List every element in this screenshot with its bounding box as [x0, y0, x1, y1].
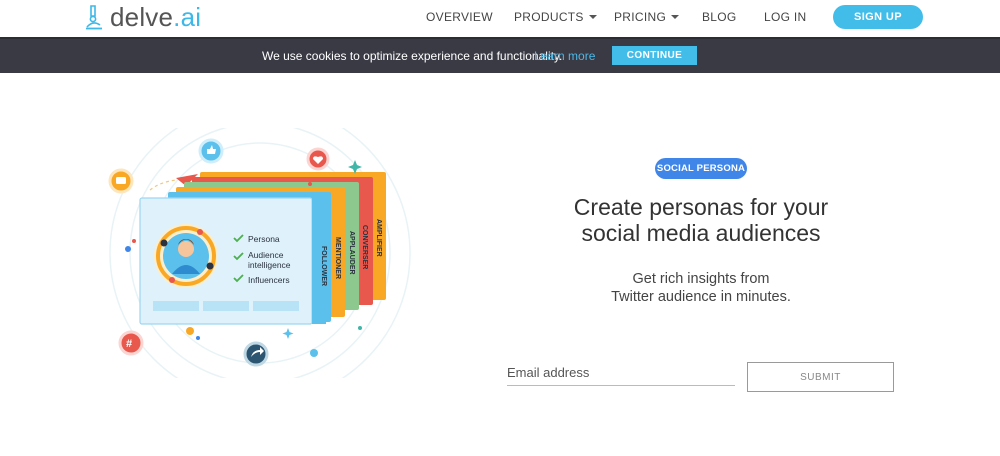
signup-button[interactable]: SIGN UP: [833, 5, 923, 29]
feature-intelligence: intelligence: [248, 260, 291, 270]
nav-login[interactable]: LOG IN: [764, 10, 806, 24]
brand-name-accent: .ai: [173, 2, 202, 32]
subheadline-line-1: Get rich insights from: [632, 271, 770, 287]
feature-influencers: Influencers: [248, 275, 290, 285]
subheadline-line-2: Twitter audience in minutes.: [611, 289, 791, 305]
card-label-converser: CONVERSER: [361, 225, 368, 269]
social-persona-badge: SOCIAL PERSONA: [655, 158, 747, 179]
share-icon: [243, 341, 269, 367]
nav-blog-label: BLOG: [702, 10, 737, 24]
hero-headline: Create personas for your social media au…: [520, 194, 882, 246]
hero-subheadline: Get rich insights from Twitter audience …: [560, 270, 842, 306]
nav-blog[interactable]: BLOG: [702, 10, 737, 24]
submit-button[interactable]: SUBMIT: [747, 362, 894, 392]
svg-text:#: #: [126, 338, 132, 350]
nav-pricing[interactable]: PRICING: [614, 10, 680, 24]
brand-logo[interactable]: delve.ai: [84, 2, 201, 32]
nav-products[interactable]: PRODUCTS: [514, 10, 597, 24]
avatar: [154, 224, 218, 288]
headline-line-2: social media audiences: [581, 220, 821, 246]
nav-overview[interactable]: OVERVIEW: [426, 10, 493, 24]
headline-line-1: Create personas for your: [573, 194, 829, 220]
cookie-message: We use cookies to optimize experience an…: [262, 49, 563, 63]
microscope-icon: [86, 5, 102, 30]
feature-persona: Persona: [248, 234, 280, 244]
card-label-follower: FOLLOWER: [320, 246, 327, 286]
card-label-amplifier: AMPLIFIER: [375, 219, 382, 257]
nav-products-label: PRODUCTS: [514, 10, 584, 24]
nav-login-label: LOG IN: [764, 10, 807, 24]
caret-down-icon: [671, 14, 680, 19]
cookie-banner: We use cookies to optimize experience an…: [0, 37, 1000, 73]
caret-down-icon: [588, 14, 597, 19]
brand-name: delve: [110, 2, 174, 32]
site-header: delve.ai OVERVIEW PRODUCTS PRICING BLOG …: [0, 0, 1000, 37]
illustration-svg: FOLLOWER MENTIONER APPLAUDER CONVERSER A…: [108, 102, 411, 404]
feature-audience: Audience: [248, 250, 284, 260]
card-label-mentioner: MENTIONER: [334, 237, 341, 279]
email-input[interactable]: [507, 360, 735, 386]
card-label-applauder: APPLAUDER: [348, 231, 355, 275]
continue-button[interactable]: CONTINUE: [612, 46, 697, 65]
nav-overview-label: OVERVIEW: [426, 10, 493, 24]
nav-pricing-label: PRICING: [614, 10, 667, 24]
learn-more-link[interactable]: Learn more: [534, 49, 595, 63]
persona-illustration: FOLLOWER MENTIONER APPLAUDER CONVERSER A…: [100, 102, 420, 404]
